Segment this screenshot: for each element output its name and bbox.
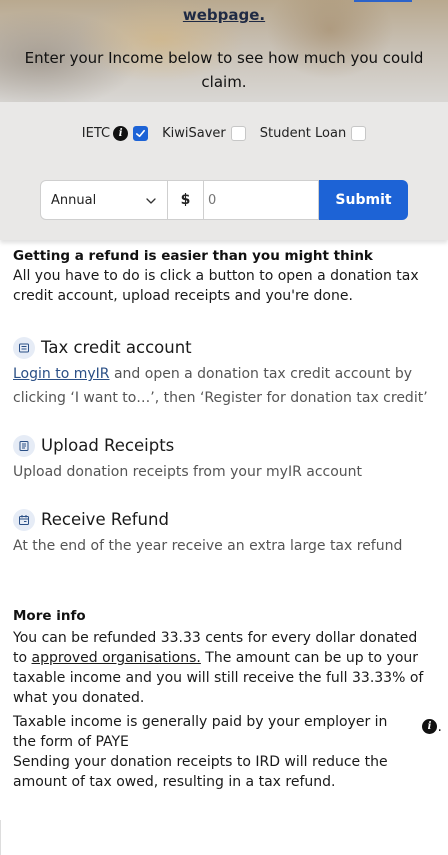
step-text: Login to myIR and open a donation tax cr… bbox=[13, 362, 435, 410]
income-amount-input[interactable] bbox=[204, 180, 319, 220]
hero-link-underline bbox=[354, 0, 412, 2]
more-info-section: More info You can be refunded 33.33 cent… bbox=[13, 606, 442, 792]
step-title: Tax credit account bbox=[41, 338, 192, 357]
check-icon bbox=[136, 129, 146, 137]
student-loan-label: Student Loan bbox=[259, 125, 347, 141]
ietc-label: IETC bbox=[81, 125, 111, 141]
submit-button[interactable]: Submit bbox=[319, 180, 408, 220]
kiwisaver-label: KiwiSaver bbox=[162, 125, 226, 141]
income-calculator-panel: IETC i KiwiSaver Student Loan Annual $ S… bbox=[0, 102, 448, 240]
option-ietc: IETC i bbox=[81, 125, 149, 141]
step-title: Receive Refund bbox=[41, 510, 169, 529]
option-kiwisaver: KiwiSaver bbox=[162, 125, 246, 141]
info-icon[interactable]: i bbox=[422, 719, 437, 734]
income-form: Annual $ Submit bbox=[40, 180, 408, 220]
account-icon bbox=[13, 337, 35, 359]
receipt-icon bbox=[13, 435, 35, 457]
login-myir-link[interactable]: Login to myIR bbox=[13, 366, 110, 382]
taxable-income-note: Taxable income is generally paid by your… bbox=[13, 714, 442, 750]
hero-intro-text: Enter your Income below to see how much … bbox=[24, 49, 424, 91]
ietc-checkbox[interactable] bbox=[133, 125, 149, 141]
receipts-note: Sending your donation receipts to IRD wi… bbox=[13, 754, 388, 790]
student-loan-checkbox[interactable] bbox=[351, 125, 367, 141]
step-receive-refund: Receive Refund At the end of the year re… bbox=[13, 508, 435, 558]
option-student-loan: Student Loan bbox=[259, 125, 367, 141]
step-text: Upload donation receipts from your myIR … bbox=[13, 464, 363, 480]
hero-webpage-link[interactable]: webpage. bbox=[0, 6, 448, 24]
chevron-down-icon bbox=[146, 198, 156, 204]
left-border bbox=[0, 820, 1, 855]
step-text: At the end of the year receive an extra … bbox=[13, 538, 403, 554]
currency-symbol: $ bbox=[168, 180, 204, 220]
refund-description: All you have to do is click a button to … bbox=[13, 268, 419, 304]
hero-banner: webpage. Enter your Income below to see … bbox=[0, 0, 448, 102]
period-selected-value: Annual bbox=[51, 192, 97, 208]
more-info-heading: More info bbox=[13, 608, 86, 624]
calendar-icon bbox=[13, 509, 35, 531]
approved-organisations-link[interactable]: approved organisations. bbox=[32, 650, 201, 666]
refund-heading: Getting a refund is easier than you migh… bbox=[13, 248, 373, 264]
step-tax-credit-account: Tax credit account Login to myIR and ope… bbox=[13, 336, 435, 410]
kiwisaver-checkbox[interactable] bbox=[230, 125, 246, 141]
main-content: Getting a refund is easier than you migh… bbox=[13, 246, 442, 792]
more-info-paragraph: You can be refunded 33.33 cents for ever… bbox=[13, 630, 424, 706]
period-select[interactable]: Annual bbox=[40, 180, 168, 220]
info-icon[interactable]: i bbox=[113, 125, 129, 141]
option-row: IETC i KiwiSaver Student Loan bbox=[0, 123, 448, 143]
step-title: Upload Receipts bbox=[41, 436, 175, 455]
step-upload-receipts: Upload Receipts Upload donation receipts… bbox=[13, 434, 435, 484]
